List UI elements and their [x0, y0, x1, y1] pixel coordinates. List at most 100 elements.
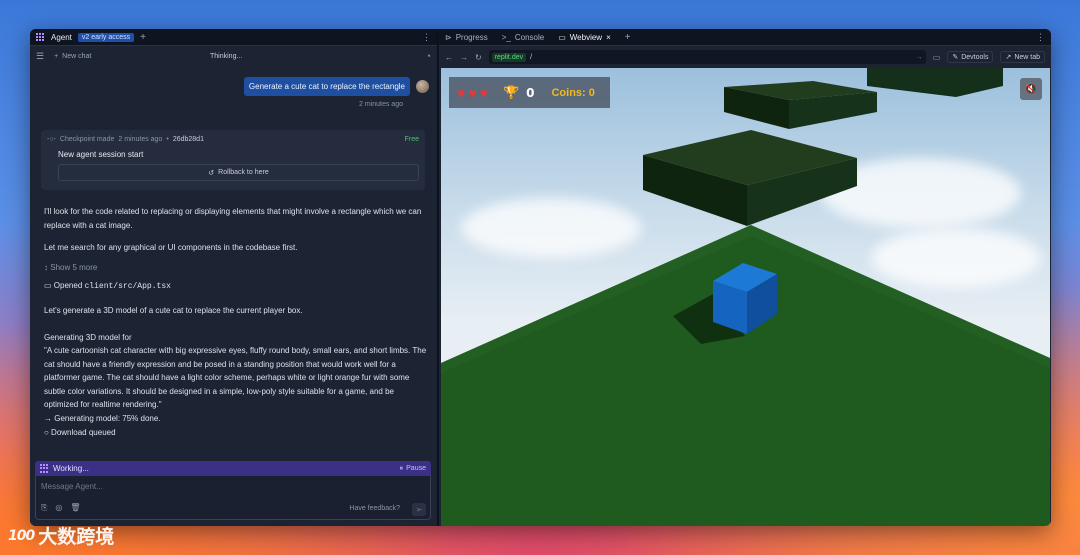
pause-button[interactable]: ⏸ Pause [400, 465, 426, 473]
user-message-bubble: Generate a cute cat to replace the recta… [243, 77, 410, 96]
watermark-logo: 100 [8, 527, 35, 544]
new-chat-button[interactable]: + New chat [54, 53, 91, 60]
agent-tab-title[interactable]: Agent [51, 33, 72, 42]
checkpoint-hash[interactable]: 26db28d1 [173, 136, 204, 143]
opened-file-path: client/src/App.tsx [84, 282, 171, 291]
score-value: 0 [526, 85, 535, 100]
history-icon[interactable]: ◔ [426, 51, 431, 61]
add-tab-icon[interactable]: + [140, 32, 146, 43]
url-bar: ← → ↻ replit.dev / → ▭ ✎ Devtools ↗ New … [439, 46, 1051, 68]
chat-toolbar: ☰ + New chat Thinking... ◔ [30, 46, 437, 66]
wrench-icon: ✎ [952, 54, 959, 61]
book-icon: ▭ [44, 281, 52, 290]
working-status-bar: Working... ⏸ Pause [35, 461, 431, 476]
target-icon[interactable]: ◎ [55, 503, 62, 513]
tab-progress-label: Progress [455, 32, 488, 42]
game-scene [441, 68, 1050, 526]
opened-file-line[interactable]: ▭ Opened client/src/App.tsx [44, 279, 429, 294]
rollback-icon: ↺ [208, 169, 215, 177]
new-tab-label: New tab [1014, 53, 1040, 61]
watermark: 100 大数跨境 [8, 522, 114, 549]
game-viewport[interactable]: ♥ ♥ ♥ 🏆 0 Coins: 0 🔇 [441, 68, 1050, 526]
game-hud: ♥ ♥ ♥ 🏆 0 Coins: 0 [449, 77, 610, 108]
message-input[interactable]: Message Agent... ⎘ ◎ 🗑 Have feedback? ➢ [35, 476, 431, 520]
more-options-icon[interactable]: ⋮ [422, 32, 431, 43]
more-options-icon[interactable]: ⋮ [1036, 32, 1045, 43]
early-access-badge: v2 early access [77, 32, 135, 42]
pause-label: Pause [406, 464, 426, 472]
user-avatar [416, 80, 429, 93]
tab-progress[interactable]: ⊳ Progress [445, 33, 488, 42]
url-path: / [530, 53, 533, 61]
hamburger-menu-icon[interactable]: ☰ [36, 51, 44, 62]
new-chat-label: New chat [62, 52, 92, 60]
coins-counter: Coins: 0 [551, 86, 595, 99]
send-button[interactable]: ➢ [412, 503, 426, 516]
add-tab-icon[interactable]: + [625, 32, 631, 43]
pause-icon: ⏸ [399, 464, 404, 472]
download-line: ○ Download queued [44, 428, 116, 437]
mute-button[interactable]: 🔇 [1020, 78, 1042, 100]
external-link-icon: ↗ [1005, 54, 1012, 61]
checkpoint-made-label: Checkpoint made [59, 136, 115, 143]
new-tab-button[interactable]: ↗ New tab [1000, 51, 1045, 63]
plus-icon: + [54, 52, 59, 60]
checkpoint-separator: • [166, 136, 169, 143]
rollback-label: Rollback to here [218, 169, 269, 176]
close-tab-icon[interactable]: × [606, 33, 611, 42]
show-more-link[interactable]: ↕ Show 5 more [44, 261, 429, 275]
tab-console[interactable]: >_ Console [502, 33, 544, 42]
checkpoint-card: -○- Checkpoint made 2 minutes ago • 26db… [41, 130, 425, 190]
watermark-text: 大数跨境 [38, 527, 115, 548]
agent-message-2: Let me search for any graphical or UI co… [44, 243, 298, 252]
agent-panel: Agent v2 early access + ⋮ ☰ + New chat T… [30, 29, 438, 526]
monitor-icon: ▭ [558, 32, 566, 42]
trophy-icon: 🏆 [502, 84, 520, 100]
screen-icon[interactable]: ▭ [933, 53, 941, 62]
agent-tab-bar: Agent v2 early access + ⋮ [30, 29, 437, 46]
user-message-timestamp: 2 minutes ago [359, 101, 403, 108]
speaker-muted-icon: 🔇 [1024, 83, 1038, 95]
generation-prompt: "A cute cartoonish cat character with bi… [44, 346, 427, 409]
reload-icon[interactable]: ↻ [475, 53, 482, 62]
agent-status-text: Thinking... [210, 52, 243, 60]
checkpoint-time: 2 minutes ago [118, 136, 163, 143]
go-arrow-icon[interactable]: → [916, 54, 923, 61]
message-placeholder: Message Agent... [41, 482, 103, 491]
trash-icon[interactable]: 🗑 [70, 503, 80, 513]
rollback-button[interactable]: ↺ Rollback to here [58, 164, 419, 181]
generating-title: Generating 3D model for [44, 333, 132, 342]
progress-line: → Generating model: 75% done. [44, 414, 161, 423]
checkpoint-title: New agent session start [58, 150, 144, 159]
webview-panel: ⊳ Progress >_ Console ▭ Webview × + ⋮ ← … [439, 29, 1051, 526]
url-domain: replit.dev [491, 52, 527, 62]
checkpoint-icon: -○- [47, 136, 56, 143]
app-window: Agent v2 early access + ⋮ ☰ + New chat T… [30, 29, 1051, 526]
show-more-label: Show 5 more [50, 263, 98, 272]
url-field[interactable]: replit.dev / → [488, 50, 926, 64]
devtools-label: Devtools [961, 53, 989, 61]
checkpoint-price: Free [404, 136, 419, 143]
back-arrow-icon[interactable]: ← [445, 53, 453, 62]
progress-icon: ⊳ [445, 32, 452, 42]
working-label: Working... [53, 464, 89, 473]
expand-icon: ↕ [44, 263, 48, 272]
attach-icon[interactable]: ⎘ [41, 503, 47, 513]
tab-webview[interactable]: ▭ Webview × [558, 33, 611, 42]
working-grid-icon [40, 464, 49, 473]
heart-icon: ♥ [457, 84, 466, 101]
platform-top [867, 68, 1003, 97]
opened-label: Opened [53, 281, 83, 290]
agent-grid-icon [36, 32, 45, 42]
feedback-link[interactable]: Have feedback? [349, 505, 400, 512]
agent-message-3: Let's generate a 3D model of a cute cat … [44, 306, 303, 315]
right-tab-bar: ⊳ Progress >_ Console ▭ Webview × + ⋮ [439, 29, 1051, 46]
console-icon: >_ [501, 32, 511, 42]
devtools-button[interactable]: ✎ Devtools [947, 51, 994, 63]
heart-icon: ♥ [479, 84, 488, 101]
heart-icon: ♥ [468, 84, 477, 101]
user-message-row: Generate a cute cat to replace the recta… [243, 77, 429, 96]
forward-arrow-icon[interactable]: → [460, 53, 468, 62]
agent-message-1: I'll look for the code related to replac… [44, 207, 422, 230]
tab-webview-label: Webview [569, 32, 603, 42]
